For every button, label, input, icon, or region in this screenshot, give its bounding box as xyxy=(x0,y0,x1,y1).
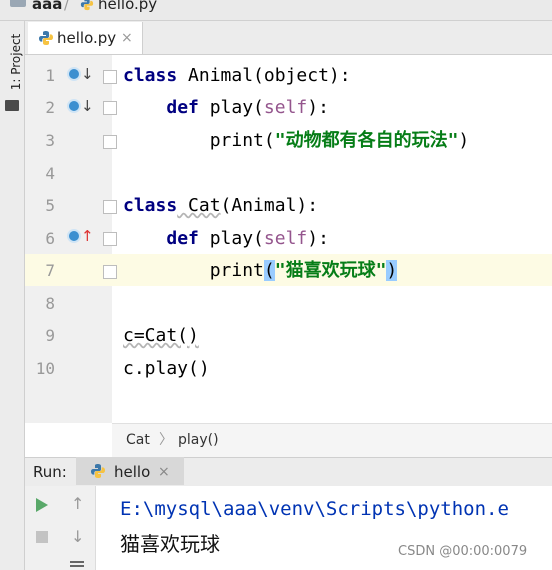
close-icon[interactable]: × xyxy=(121,28,133,48)
run-icon[interactable] xyxy=(36,498,48,512)
override-down-icon[interactable]: ↓ xyxy=(81,66,94,82)
fold-icon[interactable] xyxy=(103,135,117,149)
code-line-2[interactable]: def play(self): xyxy=(123,97,329,119)
line-number: 8 xyxy=(45,294,55,313)
close-icon[interactable]: × xyxy=(158,462,170,482)
overridden-method-icon[interactable] xyxy=(67,99,81,113)
project-tool-button[interactable]: 1: Project xyxy=(9,32,23,92)
override-up-icon[interactable]: ↑ xyxy=(81,228,94,244)
keyword: def xyxy=(166,228,199,249)
code-text: Animal(object): xyxy=(177,65,351,86)
code-text: Cat xyxy=(177,195,221,216)
self-param: self xyxy=(263,228,308,249)
line-number: 10 xyxy=(35,359,55,378)
code-line-9[interactable]: c=Cat() xyxy=(123,325,199,347)
string-literal: "猫喜欢玩球" xyxy=(274,260,387,281)
line-number: 4 xyxy=(45,164,55,183)
console-command-line: E:\mysql\aaa\venv\Scripts\python.e xyxy=(120,498,509,520)
line-number: 3 xyxy=(45,131,55,150)
folder-icon[interactable] xyxy=(5,100,19,111)
down-arrow-icon[interactable]: ↓ xyxy=(71,528,84,546)
fold-icon[interactable] xyxy=(103,200,117,214)
up-arrow-icon[interactable]: ↑ xyxy=(71,495,84,513)
keyword: class xyxy=(123,195,178,216)
line-number: 5 xyxy=(45,196,55,215)
self-param: self xyxy=(263,97,308,118)
watermark: CSDN @00:00:0079 xyxy=(398,544,528,559)
line-number: 1 xyxy=(45,66,55,85)
line-number: 9 xyxy=(45,326,55,345)
code-line-5[interactable]: class Cat(Animal): xyxy=(123,195,318,217)
soft-wrap-icon[interactable] xyxy=(70,561,84,563)
tab-label[interactable]: hello.py xyxy=(57,28,116,48)
code-text: play( xyxy=(198,228,264,249)
breadcrumb-separator: / xyxy=(64,0,70,13)
run-tab-label[interactable]: hello xyxy=(114,462,150,482)
python-file-icon xyxy=(80,0,94,11)
line-number: 7 xyxy=(45,261,55,280)
code-line-1[interactable]: class Animal(object): xyxy=(123,65,351,87)
console-result-line: 猫喜欢玩球 xyxy=(120,532,220,556)
override-down-icon[interactable]: ↓ xyxy=(81,98,94,114)
code-text: (Animal): xyxy=(220,195,319,216)
matched-paren: ) xyxy=(386,260,398,281)
fold-icon[interactable] xyxy=(103,101,117,115)
line-number: 6 xyxy=(45,229,55,248)
code-text: play( xyxy=(198,97,264,118)
fold-icon[interactable] xyxy=(103,265,117,279)
line-number: 2 xyxy=(45,98,55,117)
stop-icon[interactable] xyxy=(36,531,48,543)
breadcrumb-separator: 〉 xyxy=(159,432,173,448)
breadcrumb-method[interactable]: play() xyxy=(178,430,219,450)
keyword: class xyxy=(123,65,178,86)
fold-icon[interactable] xyxy=(103,232,117,246)
code-text: print( xyxy=(209,130,275,151)
keyword: def xyxy=(166,97,199,118)
code-line-6[interactable]: def play(self): xyxy=(123,228,329,250)
code-text: ): xyxy=(307,97,329,118)
breadcrumb-class[interactable]: Cat xyxy=(126,430,150,450)
python-file-icon xyxy=(91,464,105,478)
code-line-10[interactable]: c.play() xyxy=(123,358,210,380)
fold-icon[interactable] xyxy=(103,70,117,84)
string-literal: "动物都有各自的玩法" xyxy=(274,130,459,151)
python-file-icon xyxy=(39,31,53,45)
run-label: Run: xyxy=(33,463,67,481)
code-text: ) xyxy=(458,130,470,151)
overridden-method-icon[interactable] xyxy=(67,67,81,81)
folder-icon xyxy=(10,0,26,7)
breadcrumb-project[interactable]: aaa xyxy=(32,0,62,14)
breadcrumb-file[interactable]: hello.py xyxy=(98,0,157,14)
code-text: print xyxy=(209,260,264,281)
code-line-3[interactable]: print("动物都有各自的玩法") xyxy=(123,130,470,152)
code-text: ): xyxy=(307,228,329,249)
matched-paren: ( xyxy=(263,260,275,281)
overriding-method-icon[interactable] xyxy=(67,229,81,243)
code-line-7[interactable]: print("猫喜欢玩球") xyxy=(123,260,398,282)
